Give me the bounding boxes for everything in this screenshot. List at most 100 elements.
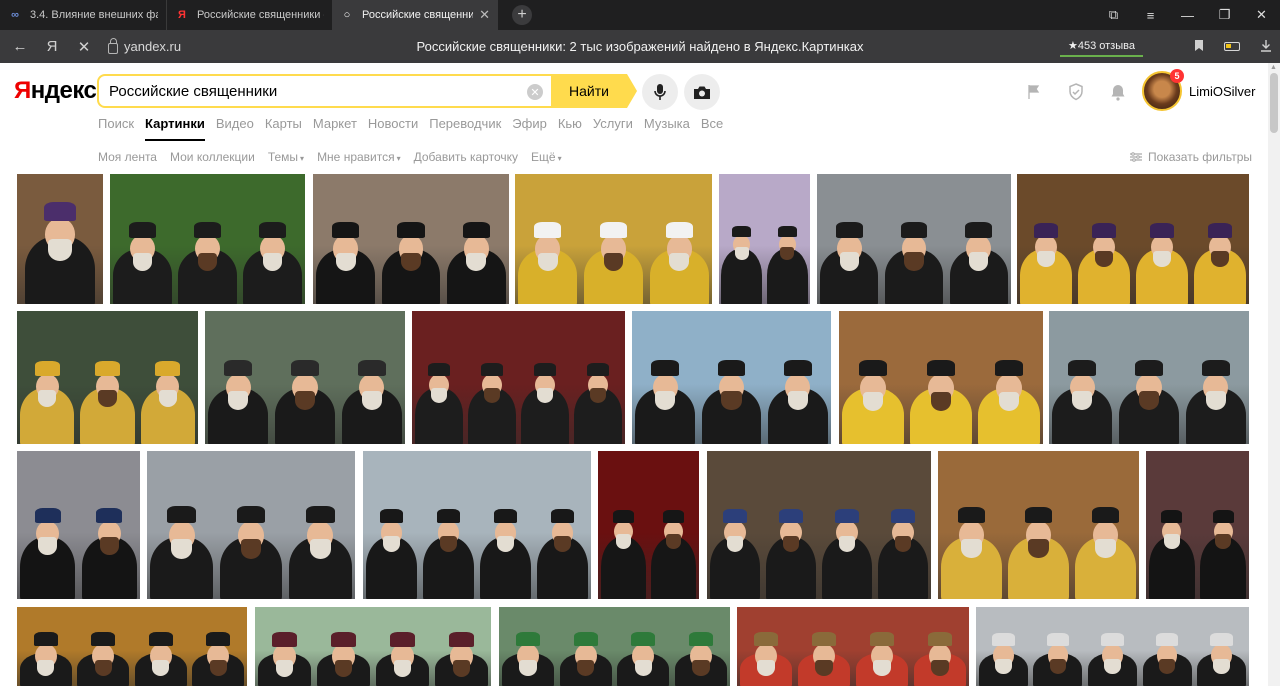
image-result-r3-3[interactable] <box>363 451 591 599</box>
image-result-r1-7[interactable] <box>1017 174 1249 304</box>
figure-beard <box>439 535 458 553</box>
figure-beard <box>894 535 912 552</box>
figure-hat <box>128 221 156 238</box>
figure-hat <box>573 632 598 647</box>
page-scrollbar[interactable]: ▲ <box>1268 63 1280 686</box>
figure-hat <box>1207 223 1233 238</box>
figure-beard <box>382 535 401 553</box>
figure-hat <box>515 632 540 647</box>
figure-beard <box>634 659 653 676</box>
figure-hat <box>397 221 425 238</box>
figure-hat <box>379 509 404 523</box>
image-result-r2-4[interactable] <box>632 311 831 444</box>
figure-hat <box>927 632 953 647</box>
figure-hat <box>599 221 628 238</box>
figure-beard <box>483 387 500 403</box>
figure-beard <box>98 389 117 407</box>
figure-hat <box>835 509 859 523</box>
figure-hat <box>811 632 837 647</box>
figure-beard <box>38 537 58 555</box>
image-result-r3-1[interactable] <box>17 451 140 599</box>
figure-hat <box>493 509 518 523</box>
image-result-r3-6[interactable] <box>938 451 1139 599</box>
image-result-r1-1[interactable] <box>17 174 103 304</box>
figure-hat <box>167 506 197 524</box>
figure-beard <box>1028 538 1049 558</box>
figure-hat <box>965 221 993 238</box>
image-result-r3-2[interactable] <box>147 451 355 599</box>
figure-beard <box>401 252 421 272</box>
figure-hat <box>534 362 557 376</box>
figure-beard <box>361 391 382 411</box>
figure-hat <box>193 221 221 238</box>
image-result-r2-3[interactable] <box>412 311 625 444</box>
image-result-r4-4[interactable] <box>737 607 969 686</box>
image-result-r1-6[interactable] <box>817 174 1011 304</box>
figure-hat <box>663 510 685 523</box>
figure-beard <box>968 252 989 271</box>
image-result-r1-5[interactable] <box>719 174 810 304</box>
scroll-up-icon[interactable]: ▲ <box>1270 64 1277 71</box>
figure-beard <box>576 659 595 676</box>
image-result-r1-3[interactable] <box>313 174 509 304</box>
image-result-r3-5[interactable] <box>707 451 931 599</box>
figure-hat <box>427 362 450 376</box>
figure-hat <box>94 361 121 377</box>
figure-beard <box>152 659 170 676</box>
figure-beard <box>782 535 800 552</box>
figure-hat <box>305 506 335 524</box>
figure-hat <box>784 359 812 377</box>
figure-hat <box>651 359 679 377</box>
image-result-r4-3[interactable] <box>499 607 730 686</box>
figure-beard <box>430 387 447 403</box>
image-result-r3-4[interactable] <box>598 451 699 599</box>
figure-hat <box>480 362 503 376</box>
figure-beard <box>1211 250 1229 268</box>
figure-hat <box>148 632 173 647</box>
figure-hat <box>1024 506 1053 524</box>
figure-hat <box>858 359 888 377</box>
figure-beard <box>1215 534 1232 550</box>
figure-hat <box>390 632 415 647</box>
figure-beard <box>930 391 952 412</box>
image-result-r1-4[interactable] <box>515 174 712 304</box>
figure-hat <box>631 632 656 647</box>
image-result-r3-7[interactable] <box>1146 451 1249 599</box>
figure-beard <box>692 659 710 676</box>
figure-beard <box>721 391 742 411</box>
image-result-r1-2[interactable] <box>110 174 305 304</box>
figure-hat <box>723 509 747 523</box>
figure-beard <box>961 538 982 558</box>
figure-beard <box>519 659 537 676</box>
image-result-r2-1[interactable] <box>17 311 198 444</box>
figure-hat <box>534 221 562 238</box>
image-result-r4-1[interactable] <box>17 607 247 686</box>
image-result-r2-5[interactable] <box>839 311 1043 444</box>
figure-beard <box>839 252 860 271</box>
figure-beard <box>94 659 112 676</box>
image-result-r2-2[interactable] <box>205 311 405 444</box>
image-result-r4-5[interactable] <box>976 607 1249 686</box>
figure-beard <box>334 659 353 677</box>
figure-hat <box>587 362 610 376</box>
figure-hat <box>777 225 797 238</box>
figure-beard <box>171 539 193 559</box>
figure-hat <box>1201 359 1230 377</box>
image-result-r4-2[interactable] <box>255 607 491 686</box>
scrollbar-thumb[interactable] <box>1270 73 1278 133</box>
figure-hat <box>900 221 928 238</box>
figure-beard <box>1104 658 1121 675</box>
image-result-r2-6[interactable] <box>1049 311 1249 444</box>
figure-hat <box>957 506 986 524</box>
figure-beard <box>757 659 775 677</box>
figure-beard <box>262 252 283 271</box>
figure-beard <box>1037 250 1055 268</box>
figure-beard <box>553 535 572 553</box>
figure-beard <box>537 252 558 272</box>
figure-beard <box>726 535 744 552</box>
figure-beard <box>132 252 153 271</box>
figure-hat <box>91 632 116 647</box>
figure-beard <box>1095 250 1113 268</box>
figure-beard <box>158 389 177 407</box>
figure-beard <box>1205 391 1226 411</box>
